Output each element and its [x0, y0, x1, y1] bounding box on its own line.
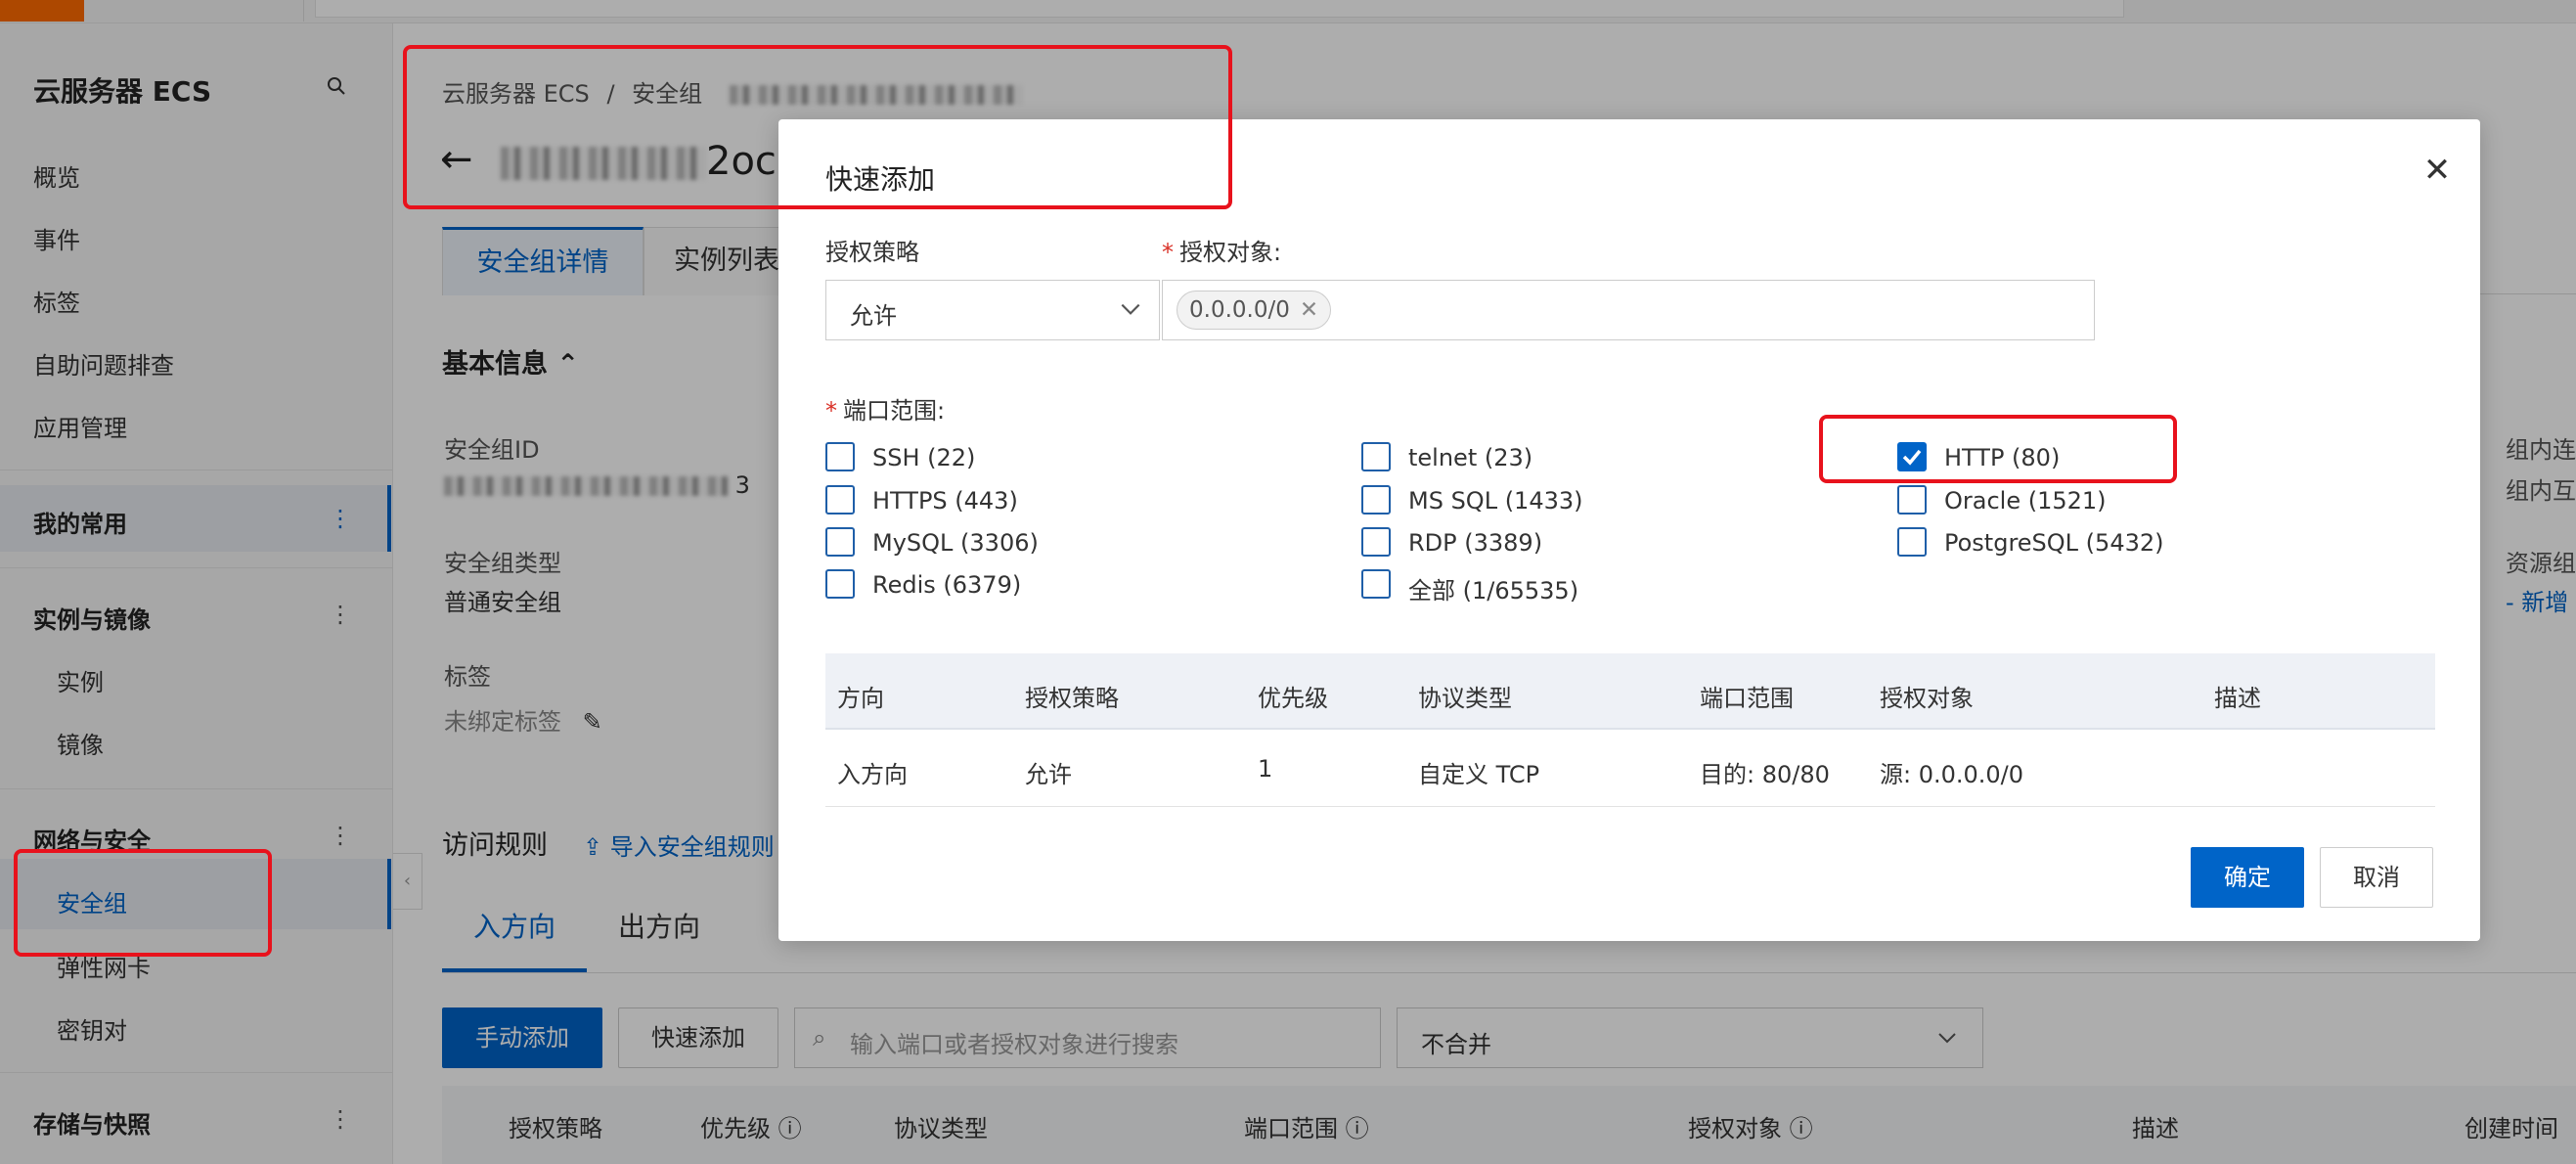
- preview-column-header: 授权策略: [1025, 685, 1119, 712]
- preview-cell-policy: 允许: [1025, 761, 1072, 788]
- checkbox-label: telnet (23): [1408, 444, 1533, 471]
- policy-select[interactable]: 允许: [825, 280, 1160, 340]
- target-tag[interactable]: 0.0.0.0/0 ✕: [1177, 291, 1332, 330]
- checkbox-mysql[interactable]: [825, 527, 855, 557]
- annotation-box-title: [403, 45, 1232, 209]
- close-icon[interactable]: ✕: [2421, 154, 2453, 187]
- table-row-divider: [825, 806, 2435, 807]
- preview-column-header: 端口范围: [1700, 685, 1794, 712]
- target-label-text: 授权对象:: [1179, 239, 1282, 266]
- target-label: * 授权对象:: [1162, 233, 1281, 267]
- checkbox-label: HTTPS (443): [872, 487, 1018, 515]
- preview-cell-source: 源: 0.0.0.0/0: [1880, 761, 2024, 788]
- checkbox-label: MS SQL (1433): [1408, 487, 1583, 515]
- checkbox-label: Oracle (1521): [1944, 487, 2107, 515]
- checkbox-https[interactable]: [825, 485, 855, 515]
- checkbox-mssql[interactable]: [1361, 485, 1391, 515]
- checkbox-postgresql[interactable]: [1897, 527, 1927, 557]
- preview-cell-priority: 1: [1258, 755, 1273, 783]
- checkbox-label: MySQL (3306): [872, 529, 1039, 557]
- port-range-label: * 端口范围:: [825, 391, 945, 425]
- annotation-box-security-group: [14, 849, 272, 957]
- preview-column-header: 方向: [837, 685, 884, 712]
- preview-column-header: 协议类型: [1418, 685, 1512, 712]
- remove-tag-icon[interactable]: ✕: [1300, 297, 1318, 323]
- checkbox-label: Redis (6379): [872, 571, 1022, 599]
- preview-cell-port: 目的: 80/80: [1700, 761, 1830, 788]
- annotation-box-http: [1819, 415, 2177, 483]
- confirm-button[interactable]: 确定: [2191, 847, 2304, 908]
- chevron-down-icon: [1121, 303, 1140, 315]
- preview-column-header: 描述: [2214, 685, 2261, 712]
- target-input[interactable]: 0.0.0.0/0 ✕: [1162, 280, 2095, 340]
- required-mark: *: [825, 397, 837, 425]
- checkbox-all-ports[interactable]: [1361, 569, 1391, 599]
- quick-add-dialog: 快速添加 ✕ 授权策略 * 授权对象: 允许 0.0.0.0/0 ✕ * 端口范围: …: [778, 119, 2480, 941]
- preview-cell-protocol: 自定义 TCP: [1418, 761, 1540, 788]
- target-tag-text: 0.0.0.0/0: [1189, 297, 1290, 323]
- checkbox-ssh[interactable]: [825, 442, 855, 471]
- required-mark: *: [1162, 239, 1174, 266]
- preview-column-header: 授权对象: [1880, 685, 1974, 712]
- checkbox-oracle[interactable]: [1897, 485, 1927, 515]
- port-range-label-text: 端口范围:: [843, 397, 946, 425]
- checkbox-telnet[interactable]: [1361, 442, 1391, 471]
- checkbox-label: SSH (22): [872, 444, 976, 471]
- cancel-button[interactable]: 取消: [2320, 847, 2433, 908]
- policy-select-value: 允许: [850, 302, 897, 330]
- checkbox-redis[interactable]: [825, 569, 855, 599]
- checkbox-label: RDP (3389): [1408, 529, 1543, 557]
- checkbox-label: 全部 (1/65535): [1408, 577, 1579, 604]
- policy-label: 授权策略: [825, 239, 919, 266]
- checkbox-rdp[interactable]: [1361, 527, 1391, 557]
- preview-cell-direction: 入方向: [837, 761, 908, 788]
- checkbox-label: PostgreSQL (5432): [1944, 529, 2164, 557]
- preview-column-header: 优先级: [1258, 685, 1328, 712]
